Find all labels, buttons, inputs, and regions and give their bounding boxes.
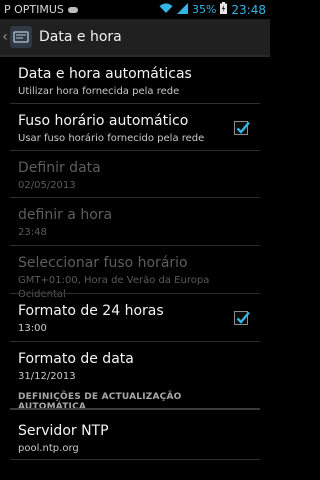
- settings-app-icon[interactable]: [10, 26, 32, 48]
- section-rule: [10, 408, 260, 410]
- status-icons: 35% 23:48: [159, 2, 266, 17]
- battery-percent: 35%: [191, 3, 217, 16]
- page-title: Data e hora: [39, 29, 122, 45]
- item-title: Data e hora automáticas: [18, 66, 192, 82]
- wifi-icon: [159, 3, 173, 17]
- item-title: Formato de data: [18, 351, 134, 367]
- item-summary: 23:48: [18, 227, 47, 238]
- list-item-24-hour-format[interactable]: Formato de 24 horas 13:00: [0, 294, 270, 342]
- back-chevron-icon[interactable]: ‹: [0, 18, 10, 56]
- clock-time: 23:48: [231, 2, 266, 17]
- cloud-icon: [67, 6, 78, 13]
- item-summary: Utilizar hora fornecida pela rede: [18, 86, 180, 97]
- battery-icon: [220, 2, 228, 17]
- section-auto-update: DEFINIÇÕES DE ACTUALIZAÇÃO AUTOMÁTICA: [0, 388, 270, 412]
- item-title: definir a hora: [18, 207, 113, 223]
- item-summary: 31/12/2013: [18, 371, 76, 382]
- item-summary: 02/05/2013: [18, 180, 76, 191]
- list-item-set-date[interactable]: Definir data 02/05/2013: [0, 151, 270, 198]
- settings-list: Data e hora automáticas Utilizar hora fo…: [0, 57, 270, 480]
- list-item-select-timezone[interactable]: Seleccionar fuso horário GMT+01:00, Hora…: [0, 246, 270, 300]
- carrier-area: P OPTIMUS: [4, 3, 78, 16]
- signal-icon: [176, 2, 188, 17]
- action-bar: ‹ Data e hora: [0, 19, 270, 57]
- list-item-date-format[interactable]: Formato de data 31/12/2013: [0, 342, 270, 388]
- check-icon: [236, 121, 250, 134]
- item-summary: 13:00: [18, 323, 47, 334]
- item-summary: pool.ntp.org: [18, 443, 79, 454]
- 24-hour-checkbox[interactable]: [234, 311, 250, 325]
- check-icon: [236, 311, 250, 324]
- carrier-label: P OPTIMUS: [4, 3, 64, 16]
- item-summary: Usar fuso horário fornecido pela rede: [18, 133, 205, 144]
- item-title: Formato de 24 horas: [18, 303, 164, 319]
- auto-timezone-checkbox[interactable]: [234, 120, 250, 135]
- status-bar: P OPTIMUS 35% 23:48: [0, 0, 270, 19]
- item-title: Definir data: [18, 160, 101, 176]
- list-item-set-time[interactable]: definir a hora 23:48: [0, 198, 270, 246]
- divider: [10, 459, 260, 460]
- item-title: Seleccionar fuso horário: [18, 255, 188, 271]
- list-item-auto-timezone[interactable]: Fuso horário automático Usar fuso horári…: [0, 104, 270, 151]
- list-item-auto-date-time[interactable]: Data e hora automáticas Utilizar hora fo…: [0, 57, 270, 104]
- item-title: Servidor NTP: [18, 423, 109, 439]
- list-item-ntp-server[interactable]: Servidor NTP pool.ntp.org: [0, 412, 270, 460]
- item-title: Fuso horário automático: [18, 113, 189, 129]
